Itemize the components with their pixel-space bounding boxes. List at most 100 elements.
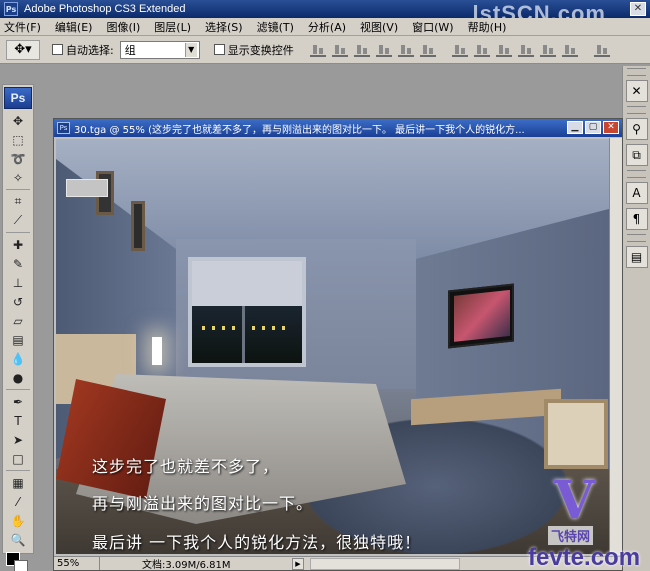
zoom-tool-icon[interactable]: 🔍 [5, 531, 31, 548]
align-top-icon[interactable] [309, 43, 326, 57]
dock-grip[interactable] [627, 170, 646, 178]
blur-tool-icon[interactable]: 💧 [5, 350, 31, 367]
caption-line-2: 再与刚溢出来的图对比一下。 [92, 494, 314, 513]
clone-stamp-icon[interactable]: ⊥ [5, 274, 31, 291]
menu-help[interactable]: 帮助(H) [468, 19, 507, 35]
align-vcenter-icon[interactable] [331, 43, 348, 57]
auto-select-value: 组 [124, 43, 136, 57]
ps-app-icon: Ps [4, 2, 18, 16]
window-night-view [192, 306, 302, 363]
zoom-level[interactable]: 55% [54, 557, 100, 570]
brush-tool-icon[interactable]: ✎ [5, 255, 31, 272]
distribute-hcenter-icon[interactable] [539, 43, 556, 57]
lasso-tool-icon[interactable]: ➰ [5, 150, 31, 167]
menu-window[interactable]: 窗口(W) [412, 19, 453, 35]
pen-tool-icon[interactable]: ✒ [5, 393, 31, 410]
color-swatches[interactable] [6, 552, 30, 571]
fevte-name: 飞特网 [548, 526, 594, 545]
menu-layer[interactable]: 图层(L) [154, 19, 191, 35]
brushes-palette-icon[interactable]: ⚲ [625, 118, 648, 140]
scene-window [188, 257, 306, 367]
shape-tool-icon[interactable]: □ [5, 450, 31, 467]
fevte-logo: V [554, 470, 595, 531]
paragraph-palette-icon[interactable]: ¶ [625, 208, 648, 230]
checkbox-box[interactable] [213, 44, 225, 55]
menu-view[interactable]: 视图(V) [360, 19, 398, 35]
hand-tool-icon[interactable]: ✋ [5, 512, 31, 529]
dodge-tool-icon[interactable]: ● [5, 369, 31, 386]
wall-picture-frame [131, 201, 145, 251]
fevte-url: fevte.com [528, 544, 641, 571]
eraser-tool-icon[interactable]: ▱ [5, 312, 31, 329]
app-title: Adobe Photoshop CS3 Extended [24, 3, 186, 15]
menu-bar: 文件(F) 编辑(E) 图像(I) 图层(L) 选择(S) 滤镜(T) 分析(A… [0, 18, 650, 36]
align-left-icon[interactable] [375, 43, 392, 57]
menu-image[interactable]: 图像(I) [106, 19, 140, 35]
marquee-tool-icon[interactable]: ⬚ [5, 131, 31, 148]
status-menu-arrow-icon[interactable]: ▶ [292, 557, 304, 570]
menu-analysis[interactable]: 分析(A) [308, 19, 346, 35]
history-brush-icon[interactable]: ↺ [5, 293, 31, 310]
dock-grip[interactable] [627, 234, 646, 242]
distribute-right-icon[interactable] [561, 43, 578, 57]
scene-blanket [56, 379, 166, 499]
slice-tool-icon[interactable]: ⟋ [5, 212, 31, 229]
distribute-top-icon[interactable] [451, 43, 468, 57]
gradient-tool-icon[interactable]: ▤ [5, 331, 31, 348]
caption-line-3: 最后讲 一下我个人的锐化方法，很独特哦！ [92, 533, 422, 552]
align-right-icon[interactable] [419, 43, 436, 57]
horizontal-scrollbar[interactable] [310, 557, 460, 570]
move-tool-icon[interactable]: ✥ [5, 112, 31, 129]
menu-select[interactable]: 选择(S) [205, 19, 243, 35]
minimize-icon[interactable]: ▁ [567, 121, 583, 134]
layer-comps-icon[interactable]: ▤ [625, 246, 648, 268]
character-palette-icon[interactable]: A [625, 182, 648, 204]
maximize-icon[interactable]: ▢ [585, 121, 601, 134]
image-canvas[interactable]: 这步完了也就差不多了， 再与刚溢出来的图对比一下。 最后讲 一下我个人的锐化方法… [56, 139, 609, 554]
clone-source-icon[interactable]: ⧉ [625, 144, 648, 166]
close-icon[interactable]: ✕ [603, 121, 619, 134]
auto-select-dropdown[interactable]: 组 ▼ [119, 40, 200, 59]
menu-filter[interactable]: 滤镜(T) [257, 19, 294, 35]
auto-select-checkbox[interactable]: 自动选择: [52, 42, 114, 58]
magic-wand-icon[interactable]: ✧ [5, 169, 31, 186]
dock-grip[interactable] [627, 68, 646, 76]
chevron-down-icon[interactable]: ▼ [184, 42, 197, 57]
scene-tv [448, 283, 514, 349]
document-titlebar[interactable]: Ps 30.tga @ 55% (这步完了也就差不多了，再与刚溢出来的图对比一下… [54, 119, 622, 137]
checkbox-box[interactable] [52, 44, 63, 55]
distribute-vcenter-icon[interactable] [473, 43, 490, 57]
document-title: 30.tga @ 55% (这步完了也就差不多了，再与刚溢出来的图对比一下。 最… [74, 124, 525, 136]
type-tool-icon[interactable]: T [5, 412, 31, 429]
distribute-left-icon[interactable] [517, 43, 534, 57]
document-size: 文档:3.09M/6.81M [142, 560, 231, 571]
move-tool-preset-icon[interactable]: ✥▾ [6, 39, 40, 60]
align-buttons [309, 43, 616, 57]
distribute-bottom-icon[interactable] [495, 43, 512, 57]
auto-align-icon[interactable] [593, 43, 610, 57]
scene-art-frame [544, 399, 608, 469]
notes-tool-icon[interactable]: ▦ [5, 474, 31, 491]
options-bar: ✥▾ 自动选择: 组 ▼ 显示变换控件 [0, 36, 650, 64]
crop-tool-icon[interactable]: ⌗ [5, 193, 31, 210]
background-color[interactable] [14, 560, 28, 571]
dock-grip[interactable] [627, 106, 646, 114]
window-blind [192, 261, 302, 306]
ps-logo[interactable]: Ps [4, 87, 32, 109]
scene-lamp [152, 337, 162, 365]
window-buttons: ▁ ▢ ✕ [565, 121, 619, 134]
toolbox: Ps ✥ ⬚ ➰ ✧ ⌗ ⟋ ✚ ✎ ⊥ ↺ ▱ ▤ 💧 ● ✒ T ➤ □ ▦… [2, 84, 34, 571]
align-bottom-icon[interactable] [353, 43, 370, 57]
align-hcenter-icon[interactable] [397, 43, 414, 57]
eyedropper-icon[interactable]: ⁄ [5, 493, 31, 510]
menu-edit[interactable]: 编辑(E) [55, 19, 93, 35]
tools-palette-icon[interactable]: ✕ [625, 80, 648, 102]
menu-file[interactable]: 文件(F) [4, 19, 41, 35]
app-close-icon[interactable]: ✕ [630, 2, 646, 16]
gray-swatch-rect [66, 179, 108, 197]
fevte-watermark: V 飞特网 fevte.com [528, 470, 646, 571]
caption-line-1: 这步完了也就差不多了， [92, 457, 280, 476]
show-transform-checkbox[interactable]: 显示变换控件 [213, 42, 294, 58]
path-select-icon[interactable]: ➤ [5, 431, 31, 448]
healing-brush-icon[interactable]: ✚ [5, 236, 31, 253]
